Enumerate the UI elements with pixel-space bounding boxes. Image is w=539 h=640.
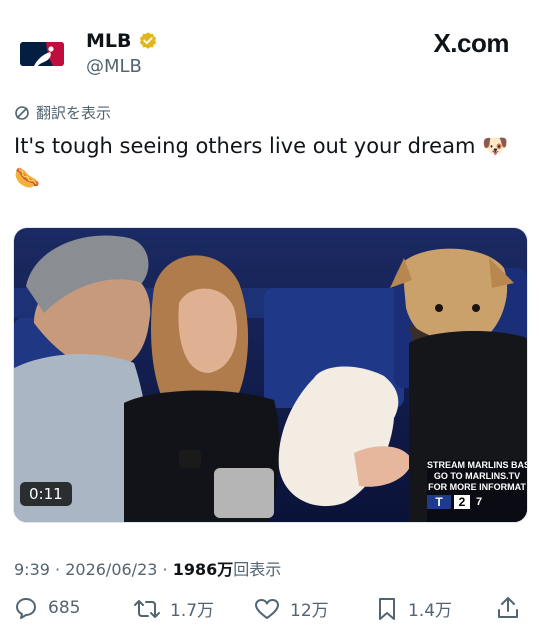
separator-dot: ·: [162, 560, 173, 579]
repost-icon: [134, 599, 160, 618]
scorebug-overlay: STREAM MARLINS BAS GO TO MARLINS.TV FOR …: [427, 460, 527, 522]
share-icon: [498, 597, 518, 618]
translate-link[interactable]: 翻訳を表示: [14, 102, 111, 123]
translate-label[interactable]: 翻訳を表示: [36, 102, 111, 123]
tweet-time[interactable]: 9:39: [14, 560, 50, 579]
like-button[interactable]: 12万: [254, 596, 329, 621]
scorebug-line: FOR MORE INFORMAT: [428, 482, 526, 492]
bookmark-icon: [379, 597, 395, 620]
author-name-row[interactable]: MLB: [86, 30, 158, 52]
like-count: 12万: [290, 601, 329, 621]
tweet-date[interactable]: 2026/06/23: [65, 560, 157, 579]
share-button[interactable]: [496, 596, 520, 620]
scorebug-score: T 2 7: [427, 495, 527, 509]
tweet-text: It's tough seeing others live out your d…: [14, 130, 514, 194]
mlb-logo-icon: [20, 42, 64, 66]
inning-value: 7: [476, 496, 483, 508]
scorebug-line: GO TO MARLINS.TV: [433, 471, 521, 481]
repost-button[interactable]: 1.7万: [134, 596, 214, 621]
views-label: 回表示: [233, 560, 282, 579]
heart-icon: [255, 598, 279, 619]
separator-dot: ·: [55, 560, 66, 579]
views-count: 1986万: [172, 560, 234, 579]
tweet-meta: 9:39 · 2026/06/23 · 1986万回表示: [14, 556, 281, 580]
site-logo: X.com: [433, 28, 509, 58]
team-abbr: T: [427, 495, 451, 509]
repost-count: 1.7万: [170, 601, 215, 621]
avatar[interactable]: [14, 26, 70, 82]
action-bar: 685 1.7万 12万 1.4万: [0, 596, 539, 628]
team-score: 2: [454, 495, 470, 509]
translate-icon: [15, 105, 29, 120]
author-handle[interactable]: @MLB: [86, 56, 142, 77]
bookmark-button[interactable]: 1.4万: [376, 596, 452, 621]
tweet-text-line: It's tough seeing others live out your d…: [14, 134, 509, 158]
reply-icon: [16, 598, 36, 619]
reply-button[interactable]: 685: [14, 596, 80, 620]
tweet-text-line-2: 🌭: [14, 166, 41, 190]
video-player[interactable]: STREAM MARLINS BAS GO TO MARLINS.TV FOR …: [13, 227, 528, 523]
scorebug-line: STREAM MARLINS BAS: [427, 460, 527, 470]
verified-badge-icon: [139, 32, 156, 49]
video-duration-badge: 0:11: [20, 482, 72, 506]
reply-count: 685: [48, 598, 81, 618]
bookmark-count: 1.4万: [408, 601, 453, 621]
author-name[interactable]: MLB: [86, 30, 132, 52]
